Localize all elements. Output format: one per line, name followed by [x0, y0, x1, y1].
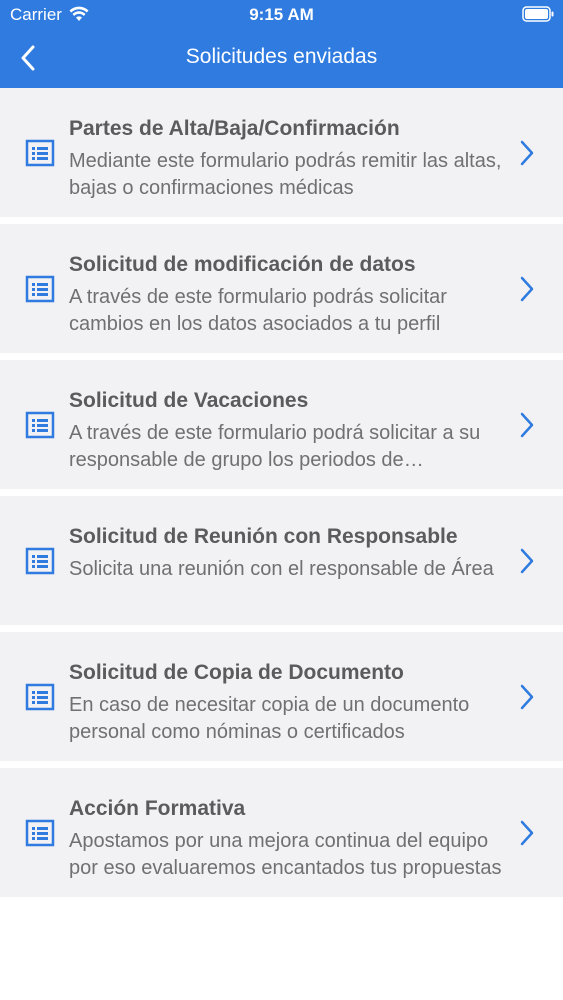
item-description: Solicita una reunión con el responsable … [69, 558, 494, 580]
chevron-right-icon [520, 140, 534, 165]
list-item[interactable]: Solicitud de Vacaciones A través de este… [0, 360, 563, 489]
item-text: Partes de Alta/Baja/Confirmación Mediant… [69, 116, 503, 202]
chevron-right-icon [520, 548, 534, 573]
battery-icon [522, 6, 554, 22]
item-title: Solicitud de modificación de datos [69, 253, 416, 276]
list-document-icon [25, 683, 55, 710]
item-text: Solicitud de Copia de Documento En caso … [69, 660, 503, 746]
item-title: Solicitud de Copia de Documento [69, 661, 404, 684]
item-title: Partes de Alta/Baja/Confirmación [69, 117, 400, 140]
list-item[interactable]: Solicitud de Reunión con Responsable Sol… [0, 496, 563, 625]
item-description: En caso de necesitar copia de un documen… [69, 694, 470, 743]
screen: Carrier 9:15 AM Solicitudes enviadas Par… [0, 0, 563, 1000]
item-text: Acción Formativa Apostamos por una mejor… [69, 796, 503, 882]
list-document-icon [25, 819, 55, 846]
chevron-right-icon [520, 276, 534, 301]
chevron-right-icon [520, 820, 534, 845]
page-title: Solicitudes enviadas [185, 45, 378, 68]
list-item[interactable]: Partes de Alta/Baja/Confirmación Mediant… [0, 88, 563, 217]
list-item[interactable]: Acción Formativa Apostamos por una mejor… [0, 768, 563, 897]
item-description: Mediante este formulario podrás remitir … [69, 150, 502, 199]
item-text: Solicitud de Reunión con Responsable Sol… [69, 524, 503, 583]
item-text: Solicitud de modificación de datos A tra… [69, 252, 503, 338]
item-text: Solicitud de Vacaciones A través de este… [69, 388, 503, 474]
status-bar: Carrier 9:15 AM [0, 0, 563, 30]
list-item[interactable]: Solicitud de Copia de Documento En caso … [0, 632, 563, 761]
header: Carrier 9:15 AM Solicitudes enviadas [0, 0, 563, 88]
item-description: A través de este formulario podrás solic… [69, 286, 447, 335]
list-item[interactable]: Solicitud de modificación de datos A tra… [0, 224, 563, 353]
list-document-icon [25, 275, 55, 302]
item-description: A través de este formulario podrá solici… [69, 422, 481, 471]
list-document-icon [25, 139, 55, 166]
item-title: Solicitud de Vacaciones [69, 389, 309, 412]
item-description: Apostamos por una mejora continua del eq… [69, 830, 502, 879]
item-title: Solicitud de Reunión con Responsable [69, 525, 458, 548]
requests-list: Partes de Alta/Baja/Confirmación Mediant… [0, 88, 563, 904]
chevron-right-icon [520, 412, 534, 437]
status-time: 9:15 AM [249, 5, 314, 24]
list-document-icon [25, 547, 55, 574]
list-document-icon [25, 411, 55, 438]
chevron-right-icon [520, 684, 534, 709]
nav-bar: Solicitudes enviadas [0, 30, 563, 88]
item-title: Acción Formativa [69, 797, 246, 820]
